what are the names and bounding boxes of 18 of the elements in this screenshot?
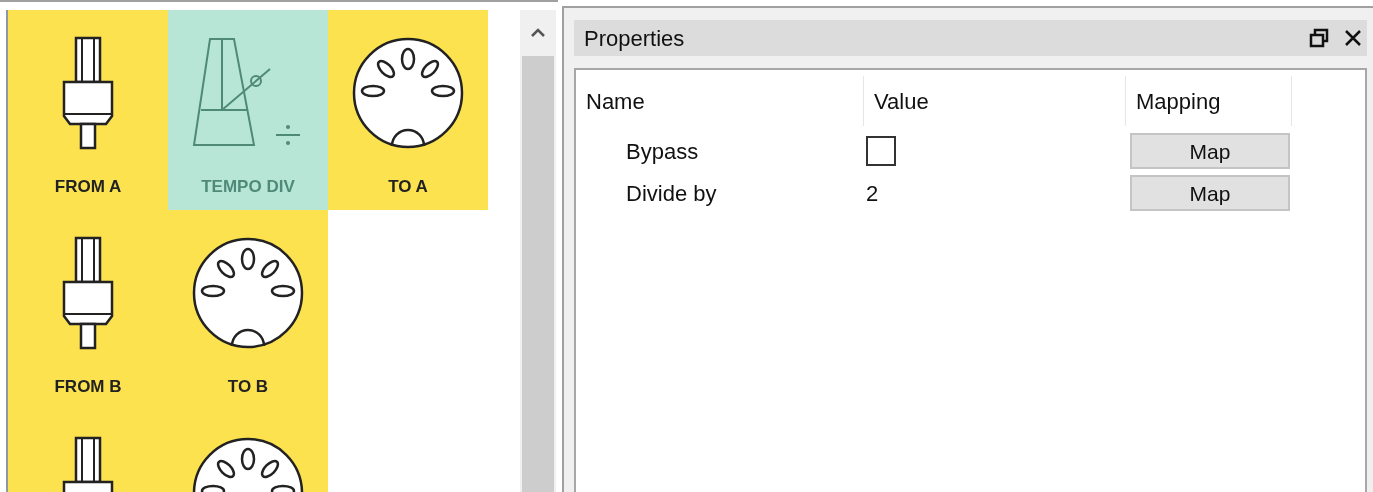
palette-tile[interactable]: FROM B xyxy=(8,210,168,410)
tile-label: FROM B xyxy=(54,376,122,398)
property-name: Divide by xyxy=(626,179,717,208)
palette-tile[interactable]: TO A xyxy=(328,10,488,210)
column-header[interactable]: Name xyxy=(576,76,864,126)
tile-label: FROM A xyxy=(54,176,122,198)
tile-label: TO A xyxy=(388,176,428,198)
column-header[interactable]: Mapping xyxy=(1126,76,1292,126)
column-header[interactable]: Value xyxy=(864,76,1126,126)
property-name: Bypass xyxy=(626,137,699,166)
tile-label: TO B xyxy=(227,376,269,398)
map-button[interactable]: Map xyxy=(1130,175,1290,211)
map-button[interactable]: Map xyxy=(1130,133,1290,169)
tile-label: TEMPO DIV xyxy=(201,176,295,198)
property-value[interactable]: 2 xyxy=(866,176,879,210)
palette-tile[interactable]: TO B xyxy=(168,210,328,410)
palette-tile[interactable]: FROM A xyxy=(8,10,168,210)
panel-title: Properties xyxy=(584,24,685,53)
